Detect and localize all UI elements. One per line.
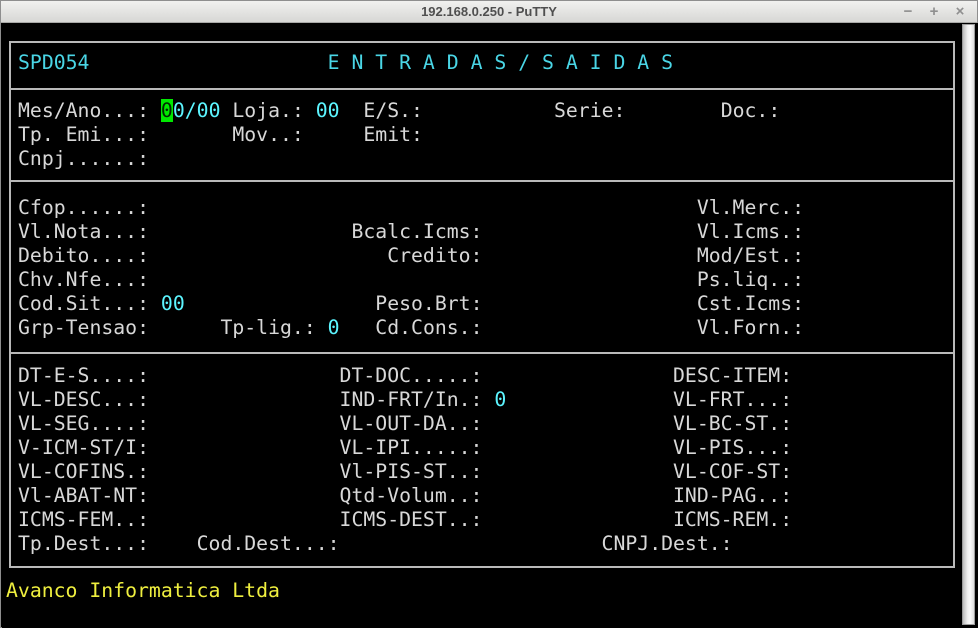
field-label: Loja.: xyxy=(220,99,315,122)
field-value: 0 xyxy=(328,316,340,339)
terminal-line: VL-SEG....: VL-OUT-DA..: VL-BC-ST.: xyxy=(18,412,792,436)
field-value: 0/00 xyxy=(173,99,221,122)
scrollbar[interactable] xyxy=(962,24,975,625)
terminal-line: SPD054 E N T R A D A S / S A I D A S xyxy=(18,51,673,75)
field-value: 00 xyxy=(316,99,340,122)
terminal-line: Cfop......: Vl.Merc.: xyxy=(18,196,804,220)
field-label: E/S.: Serie: Doc.: xyxy=(340,99,781,122)
field-label: VL-DESC...: IND-FRT/In.: xyxy=(18,388,494,411)
terminal-line: DT-E-S....: DT-DOC.....: DESC-ITEM: xyxy=(18,364,792,388)
field-label: Tp.Dest...: Cod.Dest...: CNPJ.Dest.: xyxy=(18,532,733,555)
field-label: VL-FRT...: xyxy=(506,388,792,411)
field-label: Peso.Brt: Cst.Icms: xyxy=(185,292,804,315)
field-label: Grp-Tensao: Tp-lig.: xyxy=(18,316,328,339)
field-label: VL-SEG....: VL-OUT-DA..: VL-BC-ST.: xyxy=(18,412,792,435)
field-label: Cnpj......: xyxy=(18,147,149,170)
terminal-line: Vl.Nota...: Bcalc.Icms: Vl.Icms.: xyxy=(18,220,804,244)
terminal-line: Tp. Emi...: Mov..: Emit: xyxy=(18,123,423,147)
field-label: V-ICM-ST/I: VL-IPI.....: VL-PIS...: xyxy=(18,436,792,459)
terminal-line: VL-DESC...: IND-FRT/In.: 0 VL-FRT...: xyxy=(18,388,792,412)
field-label: Mes/Ano...: xyxy=(18,99,161,122)
terminal-line: Vl-ABAT-NT: Qtd-Volum..: IND-PAG..: xyxy=(18,484,792,508)
terminal-line: Debito....: Credito: Mod/Est.: xyxy=(18,244,804,268)
field-label: Chv.Nfe...: Ps.liq..: xyxy=(18,268,804,291)
terminal-line: V-ICM-ST/I: VL-IPI.....: VL-PIS...: xyxy=(18,436,792,460)
field-value: 0 xyxy=(494,388,506,411)
close-button[interactable]: × xyxy=(949,1,971,22)
minimize-button[interactable]: − xyxy=(897,1,919,22)
screen-header-text: E N T R A D A S / S A I D A S xyxy=(328,51,673,74)
terminal-line: Chv.Nfe...: Ps.liq..: xyxy=(18,268,804,292)
window-title: 192.168.0.250 - PuTTY xyxy=(1,1,977,22)
terminal-line: Mes/Ano...: 00/00 Loja.: 00 E/S.: Serie:… xyxy=(18,99,780,123)
terminal-line: Tp.Dest...: Cod.Dest...: CNPJ.Dest.: xyxy=(18,532,733,556)
divider-header xyxy=(9,88,955,90)
terminal-screen[interactable]: SPD054 E N T R A D A S / S A I D A S Mes/… xyxy=(2,23,978,628)
maximize-button[interactable]: + xyxy=(923,1,945,22)
status-footer: Avanco Informatica Ltda xyxy=(6,579,280,603)
field-label: VL-COFINS.: Vl-PIS-ST..: VL-COF-ST: xyxy=(18,460,792,483)
field-label xyxy=(89,51,327,74)
terminal-line: VL-COFINS.: Vl-PIS-ST..: VL-COF-ST: xyxy=(18,460,792,484)
divider-section-2 xyxy=(9,352,955,354)
field-label: Cd.Cons.: Vl.Forn.: xyxy=(340,316,804,339)
field-label: Debito....: Credito: Mod/Est.: xyxy=(18,244,804,267)
terminal-line: Grp-Tensao: Tp-lig.: 0 Cd.Cons.: Vl.Forn… xyxy=(18,316,804,340)
screen-header-text: SPD054 xyxy=(18,51,89,74)
field-label: DT-E-S....: DT-DOC.....: DESC-ITEM: xyxy=(18,364,792,387)
terminal-line: Cod.Sit...: 00 Peso.Brt: Cst.Icms: xyxy=(18,292,804,316)
window-controls: − + × xyxy=(897,1,971,22)
field-label: ICMS-FEM..: ICMS-DEST..: ICMS-REM.: xyxy=(18,508,792,531)
terminal-line: ICMS-FEM..: ICMS-DEST..: ICMS-REM.: xyxy=(18,508,792,532)
putty-window: 192.168.0.250 - PuTTY − + × SPD054 E N T… xyxy=(0,0,978,628)
terminal-line: Cnpj......: xyxy=(18,147,149,171)
field-label: Tp. Emi...: Mov..: Emit: xyxy=(18,123,423,146)
field-label: Cfop......: Vl.Merc.: xyxy=(18,196,804,219)
field-label: Vl-ABAT-NT: Qtd-Volum..: IND-PAG..: xyxy=(18,484,792,507)
text-cursor: 0 xyxy=(161,99,173,122)
field-label: Vl.Nota...: Bcalc.Icms: Vl.Icms.: xyxy=(18,220,804,243)
field-value: 00 xyxy=(161,292,185,315)
title-bar[interactable]: 192.168.0.250 - PuTTY − + × xyxy=(1,1,977,23)
field-label: Cod.Sit...: xyxy=(18,292,161,315)
divider-section-1 xyxy=(9,180,955,182)
